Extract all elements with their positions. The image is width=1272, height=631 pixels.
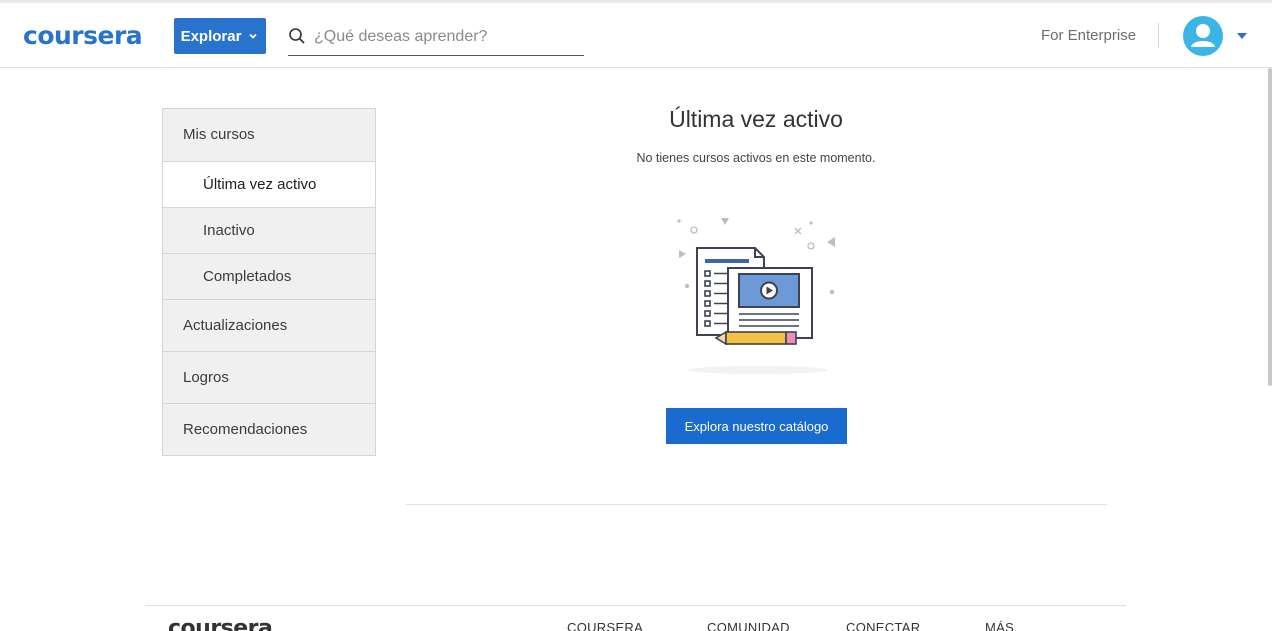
content-divider	[406, 504, 1107, 505]
page-title: Última vez activo	[669, 106, 843, 132]
footer-heading-mas: MÁS	[985, 620, 1015, 631]
chevron-down-icon	[249, 33, 258, 39]
footer-heading-coursera: COURSERA	[567, 620, 644, 631]
user-avatar-icon[interactable]	[1183, 16, 1223, 56]
search-bar	[288, 21, 584, 56]
course-document-illustration	[677, 218, 835, 374]
sidebar-item-ultima-vez-activo[interactable]: Última vez activo	[163, 161, 375, 207]
caret-down-icon[interactable]	[1237, 33, 1247, 39]
page-scrollbar[interactable]	[1268, 68, 1272, 386]
sidebar-item-recomendaciones[interactable]: Recomendaciones	[163, 403, 375, 455]
footer-heading-conectar: CONECTAR	[846, 620, 921, 631]
course-sidebar: Mis cursos Última vez activo Inactivo Co…	[162, 108, 376, 456]
sidebar-item-inactivo[interactable]: Inactivo	[163, 207, 375, 253]
search-icon[interactable]	[288, 27, 306, 45]
sidebar-item-completados[interactable]: Completados	[163, 253, 375, 299]
footer-heading-comunidad: COMUNIDAD	[707, 620, 790, 631]
footer-divider	[145, 605, 1126, 606]
search-input[interactable]	[314, 23, 584, 51]
empty-state-message: No tienes cursos activos en este momento…	[636, 151, 876, 165]
sidebar-item-logros[interactable]: Logros	[163, 351, 375, 403]
coursera-logo[interactable]: coursera	[23, 22, 143, 50]
explore-catalog-button[interactable]: Explora nuestro catálogo	[666, 408, 847, 444]
footer-coursera-logo[interactable]: coursera	[168, 616, 273, 631]
for-enterprise-link[interactable]: For Enterprise	[1041, 27, 1136, 44]
sidebar-item-actualizaciones[interactable]: Actualizaciones	[163, 299, 375, 351]
sidebar-item-mis-cursos[interactable]: Mis cursos	[163, 109, 375, 161]
explore-button-label: Explorar	[180, 27, 242, 45]
top-navigation-bar: coursera Explorar For Enterprise	[0, 3, 1272, 68]
explore-button[interactable]: Explorar	[174, 18, 266, 54]
header-divider	[1158, 23, 1159, 48]
